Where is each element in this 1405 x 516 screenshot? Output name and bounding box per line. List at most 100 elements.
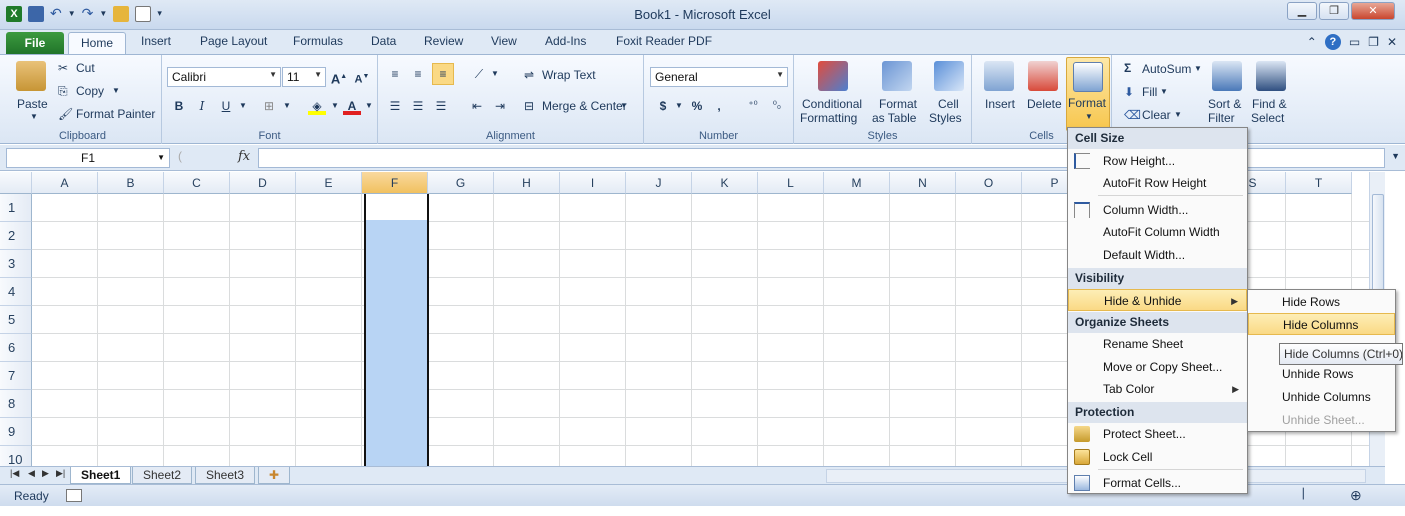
workbook-minimize-icon[interactable]: ▭ [1349,35,1360,49]
row-header-5[interactable]: 5 [0,306,32,334]
conditional-formatting-label-1[interactable]: Conditional [802,97,862,111]
delete-cells-icon[interactable] [1028,61,1058,91]
row-header-4[interactable]: 4 [0,278,32,306]
active-cell-f1[interactable] [366,194,427,220]
find-select-icon[interactable] [1256,61,1286,91]
number-format-combo[interactable]: General ▼ [650,67,788,87]
fill-color-icon[interactable]: ◈ [308,97,326,115]
conditional-formatting-icon[interactable] [818,61,848,91]
autosum-icon[interactable]: Σ [1124,61,1131,75]
menu-item-rename-sheet[interactable]: Rename Sheet [1068,333,1247,355]
clear-button[interactable]: Clear [1142,108,1171,122]
wrap-text-icon[interactable]: ⇌ [524,68,534,82]
sheet-tab-sheet2[interactable]: Sheet2 [132,467,193,484]
column-header-h[interactable]: H [494,172,560,194]
tab-add-ins[interactable]: Add-Ins [545,34,586,48]
close-button[interactable]: ✕ [1351,2,1395,20]
align-center-icon[interactable]: ☰ [409,97,427,115]
minimize-button[interactable]: ▁ [1287,2,1317,20]
align-top-icon[interactable]: ≡ [386,65,404,83]
cut-button[interactable]: Cut [76,61,95,75]
tab-formulas[interactable]: Formulas [293,34,343,48]
menu-item-autofit-row-height[interactable]: AutoFit Row Height [1068,172,1247,194]
underline-dropdown-icon[interactable]: ▼ [234,97,252,115]
row-header-9[interactable]: 9 [0,418,32,446]
percent-button[interactable]: % [688,97,706,115]
font-color-dropdown-icon[interactable]: ▼ [360,97,378,115]
increase-decimal-icon[interactable]: ⁺⁰ [744,97,762,115]
sort-filter-label-1[interactable]: Sort & [1208,97,1241,111]
insert-function-icon[interactable]: fx [238,149,250,164]
format-as-table-icon[interactable] [882,61,912,91]
menu-item-move-copy-sheet[interactable]: Move or Copy Sheet... [1068,356,1247,378]
menu-item-column-width[interactable]: Column Width... [1068,199,1247,221]
submenu-item-hide-rows[interactable]: Hide Rows [1248,291,1395,313]
border-dropdown-icon[interactable]: ▼ [278,97,296,115]
column-header-k[interactable]: K [692,172,758,194]
autosum-button[interactable]: AutoSum [1142,62,1191,76]
font-name-combo[interactable]: Calibri ▼ [167,67,281,87]
font-color-icon[interactable]: A [343,97,361,115]
next-sheet-icon[interactable]: ▶ [42,468,49,479]
align-bottom-icon[interactable]: ≡ [432,63,454,85]
menu-item-autofit-column-width[interactable]: AutoFit Column Width [1068,221,1247,243]
copy-dropdown-icon[interactable]: ▼ [112,86,120,95]
insert-cells-icon[interactable] [984,61,1014,91]
copy-button[interactable]: Copy [76,84,104,98]
submenu-item-hide-columns[interactable]: Hide Columns [1248,313,1395,335]
column-header-f[interactable]: F [362,172,428,194]
sort-filter-label-2[interactable]: Filter [1208,111,1235,125]
column-header-g[interactable]: G [428,172,494,194]
autosum-dropdown-icon[interactable]: ▼ [1194,64,1202,73]
macro-record-icon[interactable] [66,489,82,502]
align-right-icon[interactable]: ☰ [432,97,450,115]
submenu-item-unhide-columns[interactable]: Unhide Columns [1248,386,1395,408]
grow-font-icon[interactable]: A▲ [330,68,348,86]
row-header-1[interactable]: 1 [0,194,32,222]
row-header-8[interactable]: 8 [0,390,32,418]
help-icon[interactable]: ? [1324,34,1341,50]
conditional-formatting-label-2[interactable]: Formatting [800,111,857,125]
decrease-decimal-icon[interactable]: ⁰₀ [768,97,786,115]
italic-button[interactable]: I [193,97,211,115]
clear-icon[interactable]: ⌫ [1124,108,1141,122]
increase-indent-icon[interactable]: ⇥ [491,97,509,115]
column-header-m[interactable]: M [824,172,890,194]
align-left-icon[interactable]: ☰ [386,97,404,115]
merge-center-icon[interactable]: ⊟ [524,99,534,113]
fill-color-dropdown-icon[interactable]: ▼ [326,97,344,115]
orientation-dropdown-icon[interactable]: ▼ [486,65,504,83]
tab-insert[interactable]: Insert [141,34,171,48]
menu-item-lock-cell[interactable]: Lock Cell [1068,446,1247,468]
decrease-indent-icon[interactable]: ⇤ [468,97,486,115]
tab-view[interactable]: View [491,34,517,48]
find-select-label-2[interactable]: Select [1251,111,1284,125]
menu-item-default-width[interactable]: Default Width... [1068,244,1247,266]
column-header-a[interactable]: A [32,172,98,194]
column-header-i[interactable]: I [560,172,626,194]
format-button[interactable]: Format ▼ [1066,57,1110,131]
fill-icon[interactable]: ⬇ [1124,85,1134,99]
prev-sheet-icon[interactable]: ◀ [28,468,35,479]
currency-dropdown-icon[interactable]: ▼ [670,97,688,115]
fill-button[interactable]: Fill [1142,85,1157,99]
paste-button[interactable]: Paste [17,97,48,111]
sheet-tab-sheet1[interactable]: Sheet1 [70,467,132,484]
format-painter-button[interactable]: Format Painter [76,107,155,121]
cut-icon[interactable]: ✂ [58,61,68,75]
shrink-font-icon[interactable]: A▼ [353,68,371,86]
cell-styles-icon[interactable] [934,61,964,91]
sort-filter-icon[interactable] [1212,61,1242,91]
menu-item-row-height[interactable]: Row Height... [1068,150,1247,172]
zoom-in-icon[interactable]: ⊕ [1350,487,1362,504]
format-painter-icon[interactable]: 🖌 [58,107,73,121]
paste-dropdown-icon[interactable]: ▼ [30,112,38,121]
submenu-item-unhide-rows[interactable]: Unhide Rows [1248,363,1395,385]
underline-button[interactable]: U [217,97,235,115]
select-all-corner[interactable] [0,172,32,194]
wrap-text-button[interactable]: Wrap Text [542,68,596,82]
insert-button[interactable]: Insert [985,97,1015,111]
submenu-item-unhide-sheet[interactable]: Unhide Sheet... [1248,409,1395,431]
bold-button[interactable]: B [170,97,188,115]
column-header-e[interactable]: E [296,172,362,194]
